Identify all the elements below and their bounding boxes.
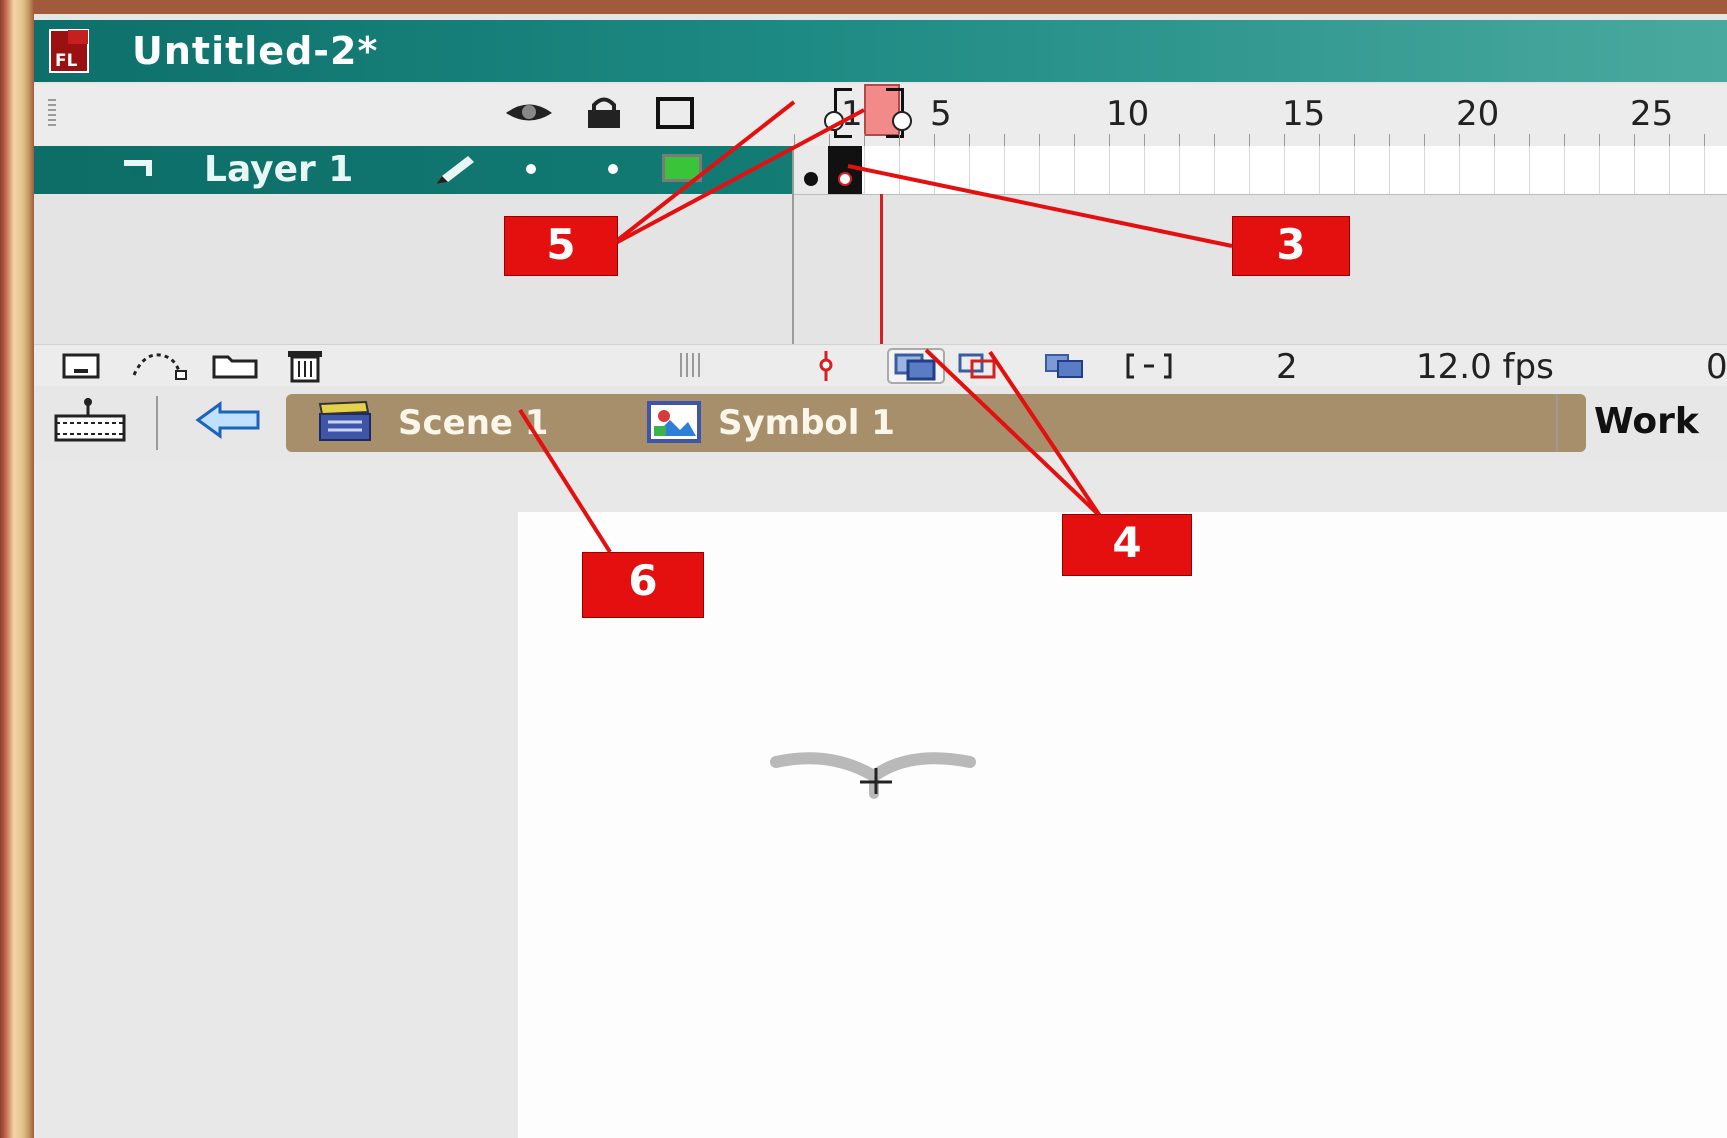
timeline-header: 1 5 10 15 20 25 bbox=[34, 84, 1727, 147]
breadcrumb-scene-1[interactable]: Scene 1 bbox=[398, 403, 548, 443]
callout-4: 4 bbox=[1062, 514, 1192, 576]
layer-name[interactable]: Layer 1 bbox=[204, 150, 353, 190]
keyframe-1[interactable] bbox=[794, 146, 829, 194]
center-frame-icon[interactable] bbox=[814, 349, 838, 383]
keyframe-2[interactable] bbox=[828, 146, 862, 194]
onion-skin-outlines-icon[interactable] bbox=[956, 351, 1002, 381]
layer-type-icon bbox=[124, 160, 152, 176]
trash-icon[interactable] bbox=[284, 347, 328, 383]
edit-bar-divider bbox=[1556, 394, 1558, 452]
resize-grip[interactable] bbox=[680, 353, 702, 377]
keyframe-dot bbox=[838, 172, 852, 186]
svg-text:FL: FL bbox=[55, 51, 78, 71]
motion-guide-icon[interactable] bbox=[130, 347, 190, 383]
breadcrumb-symbol-1[interactable]: Symbol 1 bbox=[718, 403, 895, 443]
onion-skin-icon[interactable] bbox=[886, 347, 946, 385]
new-layer-icon[interactable] bbox=[60, 351, 104, 381]
outline-square-icon[interactable] bbox=[654, 94, 698, 132]
callout-3: 3 bbox=[1232, 216, 1350, 276]
timeline-grip-handle[interactable] bbox=[48, 96, 56, 126]
edit-bar-divider bbox=[156, 396, 158, 450]
title-bar: FL Untitled-2* bbox=[34, 20, 1727, 82]
bird-symbol-drawing[interactable] bbox=[770, 732, 982, 822]
callout-6: 6 bbox=[582, 552, 704, 618]
flash-document-window: FL Untitled-2* 1 5 10 15 20 25 Layer 1 2… bbox=[34, 14, 1727, 1138]
current-frame-number: 2 bbox=[1276, 347, 1298, 387]
ruler-label: 1 bbox=[841, 94, 863, 134]
modify-onion-markers-icon[interactable] bbox=[1124, 351, 1174, 381]
layer-outline-color-swatch[interactable] bbox=[662, 154, 702, 182]
back-arrow-icon[interactable] bbox=[194, 400, 264, 440]
new-folder-icon[interactable] bbox=[210, 351, 260, 381]
playhead-line bbox=[880, 194, 883, 344]
ruler-label: 15 bbox=[1282, 94, 1326, 134]
ruler-label: 10 bbox=[1106, 94, 1150, 134]
ruler-label: 20 bbox=[1456, 94, 1500, 134]
eye-icon[interactable] bbox=[502, 94, 556, 132]
flash-fl-icon: FL bbox=[49, 29, 89, 73]
callout-5: 5 bbox=[504, 216, 618, 276]
visibility-dot[interactable] bbox=[526, 164, 536, 174]
timeline-toggle-icon[interactable] bbox=[52, 396, 128, 446]
breadcrumb: Scene 1 Symbol 1 bbox=[286, 394, 1586, 452]
document-title: Untitled-2* bbox=[132, 29, 379, 73]
pencil-icon bbox=[436, 156, 474, 184]
onion-end-handle[interactable] bbox=[892, 111, 912, 131]
elapsed-time: 0 bbox=[1706, 347, 1727, 387]
edit-multiple-frames-icon[interactable] bbox=[1042, 351, 1088, 381]
ruler-label: 5 bbox=[930, 94, 952, 134]
workspace-menu[interactable]: Work bbox=[1594, 398, 1699, 446]
timeline-ruler-ticks bbox=[794, 134, 1727, 146]
lock-dot[interactable] bbox=[608, 164, 618, 174]
symbol-icon bbox=[647, 401, 701, 443]
edit-bar: Scene 1 Symbol 1 Work bbox=[34, 386, 1727, 463]
frame-row-layer-1[interactable] bbox=[794, 146, 1727, 195]
pasteboard bbox=[34, 462, 1727, 1138]
keyframe-dot bbox=[804, 172, 818, 186]
frame-rate[interactable]: 12.0 fps bbox=[1416, 347, 1554, 387]
timeline-footer: 2 12.0 fps 0 bbox=[34, 344, 1727, 388]
clapper-icon bbox=[318, 400, 371, 441]
layer-row-layer-1[interactable]: Layer 1 bbox=[34, 146, 794, 194]
lock-icon[interactable] bbox=[582, 94, 626, 132]
ruler-label: 25 bbox=[1630, 94, 1674, 134]
